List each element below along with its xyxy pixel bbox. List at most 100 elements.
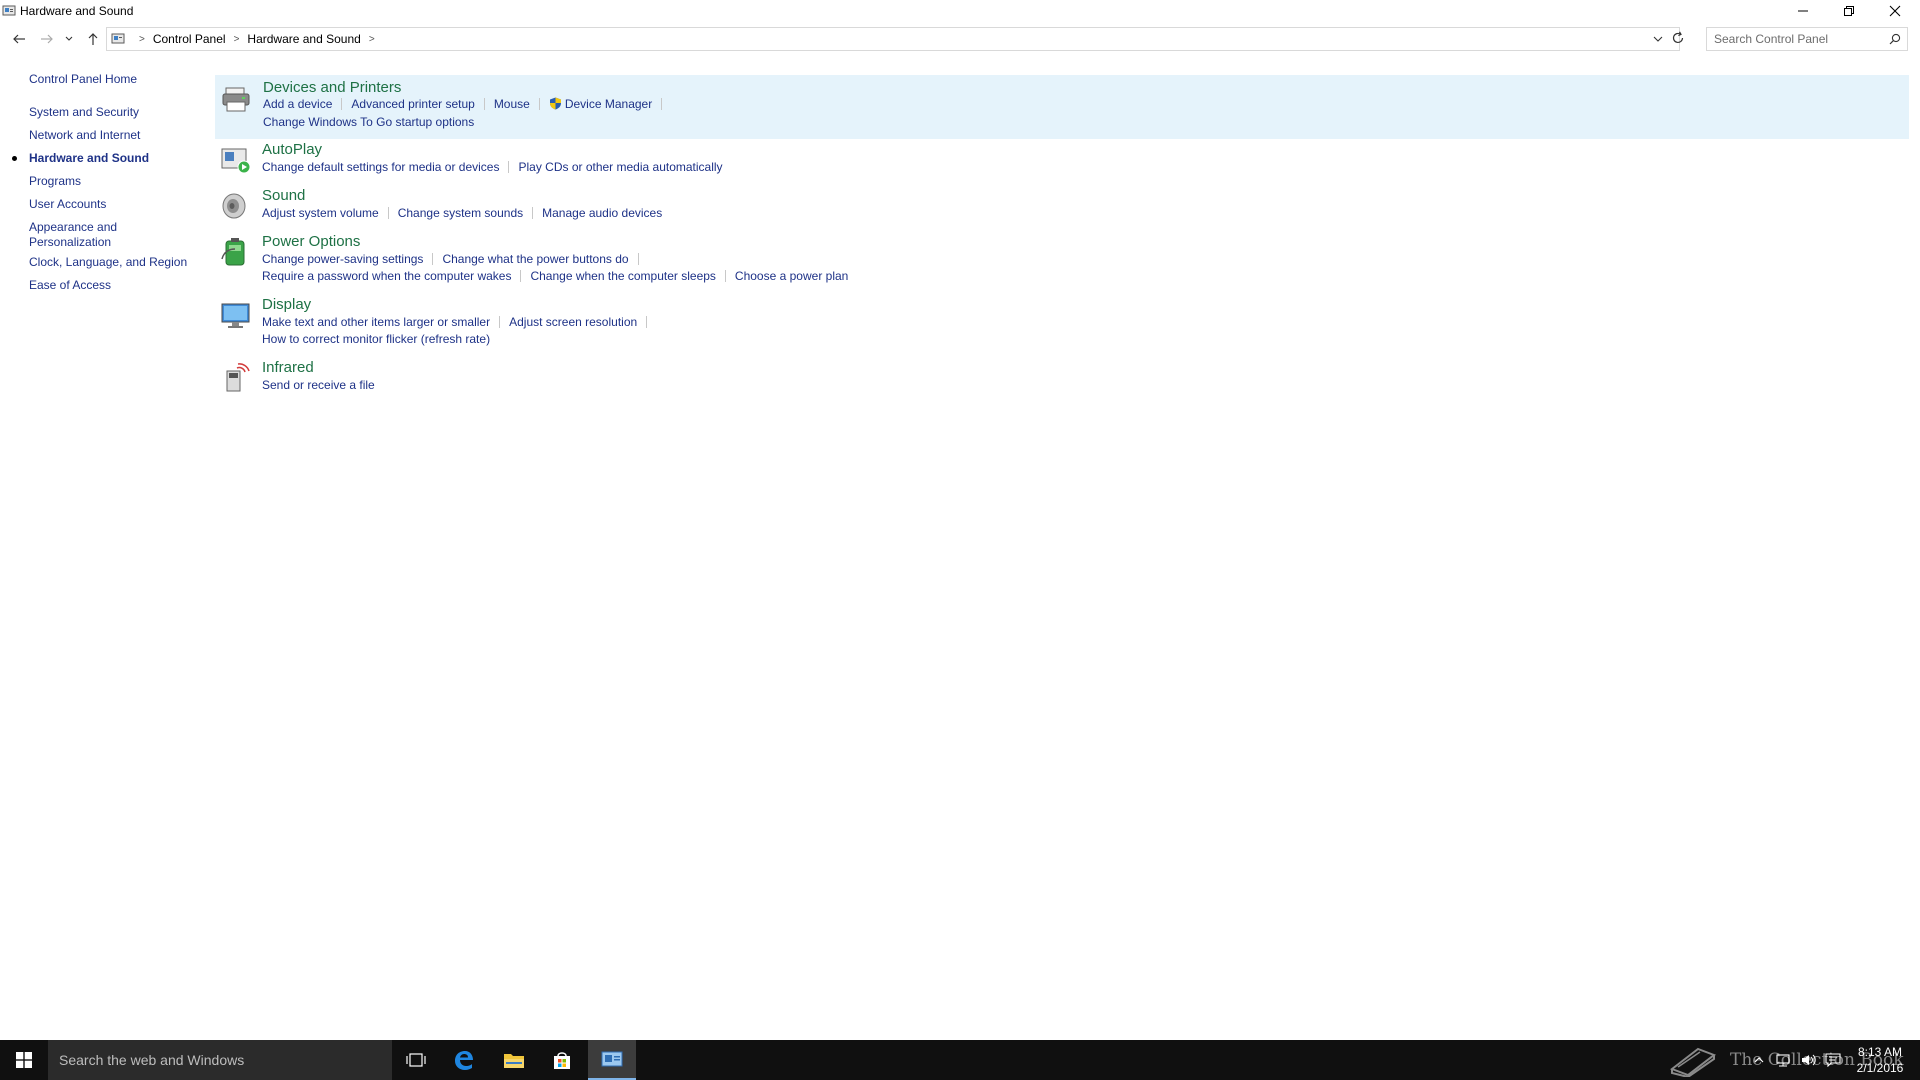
search-box [1706,27,1908,51]
category-display: Display Make text and other items larger… [214,296,1910,356]
breadcrumb-separator[interactable]: > [139,34,145,45]
control-panel-taskbar-button[interactable] [588,1040,636,1080]
forward-button[interactable] [38,30,56,48]
show-hidden-icons-button[interactable] [1748,1040,1770,1080]
send-or-receive-file-link[interactable]: Send or receive a file [262,378,375,392]
network-icon [1776,1054,1790,1067]
breadcrumb-separator[interactable]: > [369,34,375,45]
category-devices-and-printers: Devices and Printers Add a device Advance… [215,75,1909,139]
devices-and-printers-title[interactable]: Devices and Printers [263,79,401,96]
power-options-title[interactable]: Power Options [262,233,360,250]
taskbar-search-input[interactable] [48,1040,378,1080]
infrared-icon [226,363,250,392]
make-text-larger-link[interactable]: Make text and other items larger or smal… [262,315,490,329]
advanced-printer-setup-link[interactable]: Advanced printer setup [351,97,474,111]
nav-programs[interactable]: Programs [29,174,81,189]
autoplay-title[interactable]: AutoPlay [262,141,322,158]
arrow-right-icon [41,34,53,44]
up-button[interactable] [84,30,102,48]
task-view-button[interactable] [392,1040,440,1080]
nav-hardware-and-sound[interactable]: Hardware and Sound [29,151,149,166]
navigation-bar: > Control Panel > Hardware and Sound > [0,26,1920,52]
category-power-options: Power Options Change power-saving settin… [214,233,1910,293]
breadcrumb: > Control Panel > Hardware and Sound > [131,28,383,50]
correct-monitor-flicker-link[interactable]: How to correct monitor flicker (refresh … [262,332,490,346]
nav-control-panel-home[interactable]: Control Panel Home [29,72,137,87]
nav-system-and-security[interactable]: System and Security [29,105,139,120]
adjust-system-volume-link[interactable]: Adjust system volume [262,206,379,220]
nav-appearance-line-1: Appearance and [29,220,118,234]
nav-clock-language-and-region[interactable]: Clock, Language, and Region [29,255,187,270]
search-input[interactable] [1707,28,1877,50]
display-links-row-1: Make text and other items larger or smal… [262,315,656,329]
adjust-screen-resolution-link[interactable]: Adjust screen resolution [509,315,637,329]
change-when-computer-sleeps-link[interactable]: Change when the computer sleeps [530,269,715,283]
store-taskbar-button[interactable] [538,1040,586,1080]
breadcrumb-control-panel[interactable]: Control Panel [153,32,226,46]
taskbar-search-box [48,1040,392,1080]
link-divider [483,98,485,110]
autoplay-icon [221,148,251,174]
action-center-icon [1825,1053,1841,1067]
link-divider [532,207,534,219]
change-power-saving-settings-link[interactable]: Change power-saving settings [262,252,423,266]
close-button[interactable] [1872,0,1918,22]
search-icon[interactable] [1889,33,1901,45]
current-category-bullet [12,156,17,161]
mouse-link[interactable]: Mouse [494,97,530,111]
recent-locations-button[interactable] [63,30,75,48]
change-system-sounds-link[interactable]: Change system sounds [398,206,523,220]
back-button[interactable] [10,30,28,48]
minimize-icon [1798,10,1808,12]
clock-time: 8:13 AM [1857,1045,1903,1059]
autoplay-links-row-1: Change default settings for media or dev… [262,160,723,174]
uac-shield-icon [549,97,561,110]
refresh-icon[interactable] [1670,30,1686,46]
play-cds-automatically-link[interactable]: Play CDs or other media automatically [518,160,722,174]
display-title[interactable]: Display [262,296,311,313]
add-a-device-link[interactable]: Add a device [263,97,332,111]
link-divider [387,207,389,219]
volume-tray-button[interactable] [1798,1040,1820,1080]
change-windows-to-go-startup-options-link[interactable]: Change Windows To Go startup options [263,115,474,129]
clock-date: 2/1/2016 [1856,1061,1904,1075]
link-divider [538,98,540,110]
edge-taskbar-button[interactable] [440,1040,488,1080]
windows-logo-icon [16,1052,32,1068]
breadcrumb-separator[interactable]: > [234,34,240,45]
printer-icon [222,87,250,112]
nav-network-and-internet[interactable]: Network and Internet [29,128,140,143]
require-password-on-wake-link[interactable]: Require a password when the computer wak… [262,269,511,283]
change-default-settings-link[interactable]: Change default settings for media or dev… [262,160,499,174]
network-tray-button[interactable] [1772,1040,1794,1080]
control-panel-icon [601,1051,623,1067]
nav-appearance-line-2: Personalization [29,235,112,249]
minimize-button[interactable] [1780,0,1826,22]
sound-title[interactable]: Sound [262,187,305,204]
breadcrumb-hardware-and-sound[interactable]: Hardware and Sound [247,32,360,46]
link-divider [637,253,639,265]
file-explorer-taskbar-button[interactable] [490,1040,538,1080]
change-power-buttons-link[interactable]: Change what the power buttons do [442,252,628,266]
address-dropdown-icon[interactable] [1651,32,1665,46]
start-button[interactable] [0,1040,48,1080]
devices-links-row-2: Change Windows To Go startup options [263,115,474,129]
nav-user-accounts[interactable]: User Accounts [29,197,106,212]
choose-power-plan-link[interactable]: Choose a power plan [735,269,848,283]
restore-button[interactable] [1826,0,1872,22]
infrared-title[interactable]: Infrared [262,359,314,376]
arrow-up-icon [88,33,98,45]
address-bar[interactable]: > Control Panel > Hardware and Sound > [106,27,1680,51]
link-divider [341,98,343,110]
power-links-row-1: Change power-saving settings Change what … [262,252,648,266]
category-infrared: Infrared Send or receive a file [214,359,1910,403]
taskbar-clock[interactable]: 8:13 AM 2/1/2016 [1850,1044,1910,1076]
action-center-button[interactable] [1822,1040,1844,1080]
nav-appearance-and-personalization[interactable]: Appearance and Personalization [29,220,117,250]
chevron-down-icon [65,36,73,41]
battery-icon [221,238,245,266]
manage-audio-devices-link[interactable]: Manage audio devices [542,206,662,220]
edge-icon [455,1051,473,1070]
device-manager-link[interactable]: Device Manager [565,97,652,111]
nav-ease-of-access[interactable]: Ease of Access [29,278,111,293]
